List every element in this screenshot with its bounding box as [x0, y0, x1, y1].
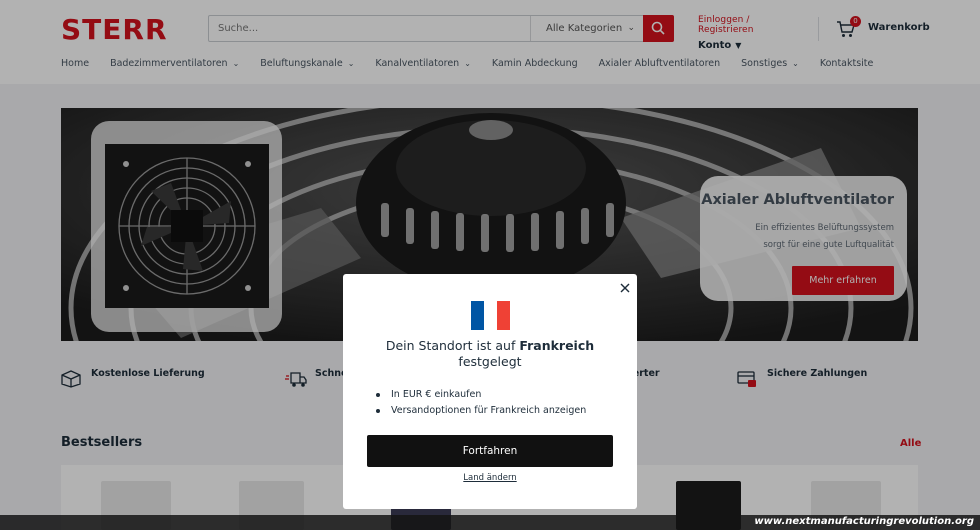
change-country-link[interactable]: Land ändern: [343, 473, 637, 483]
watermark: www.nextmanufacturingrevolution.org: [754, 516, 974, 527]
list-item: In EUR € einkaufen: [376, 387, 586, 403]
flag-stripe-white: [484, 301, 497, 330]
close-button[interactable]: [619, 279, 631, 293]
modal-title-prefix: Dein Standort ist auf: [385, 338, 516, 353]
close-icon: [620, 283, 630, 293]
list-item: Versandoptionen für Frankreich anzeigen: [376, 403, 586, 419]
france-flag-icon: [471, 301, 510, 330]
continue-button[interactable]: Fortfahren: [367, 435, 613, 467]
flag-stripe-red: [497, 301, 510, 330]
flag-stripe-blue: [471, 301, 484, 330]
modal-bullet-list: In EUR € einkaufen Versandoptionen für F…: [376, 387, 586, 419]
location-modal: Dein Standort ist auf Frankreich festgel…: [343, 274, 637, 509]
watermark-bar: www.nextmanufacturingrevolution.org: [0, 515, 980, 530]
modal-country: Frankreich: [519, 338, 595, 353]
modal-title-suffix: festgelegt: [458, 354, 522, 369]
modal-title: Dein Standort ist auf Frankreich festgel…: [363, 338, 617, 370]
